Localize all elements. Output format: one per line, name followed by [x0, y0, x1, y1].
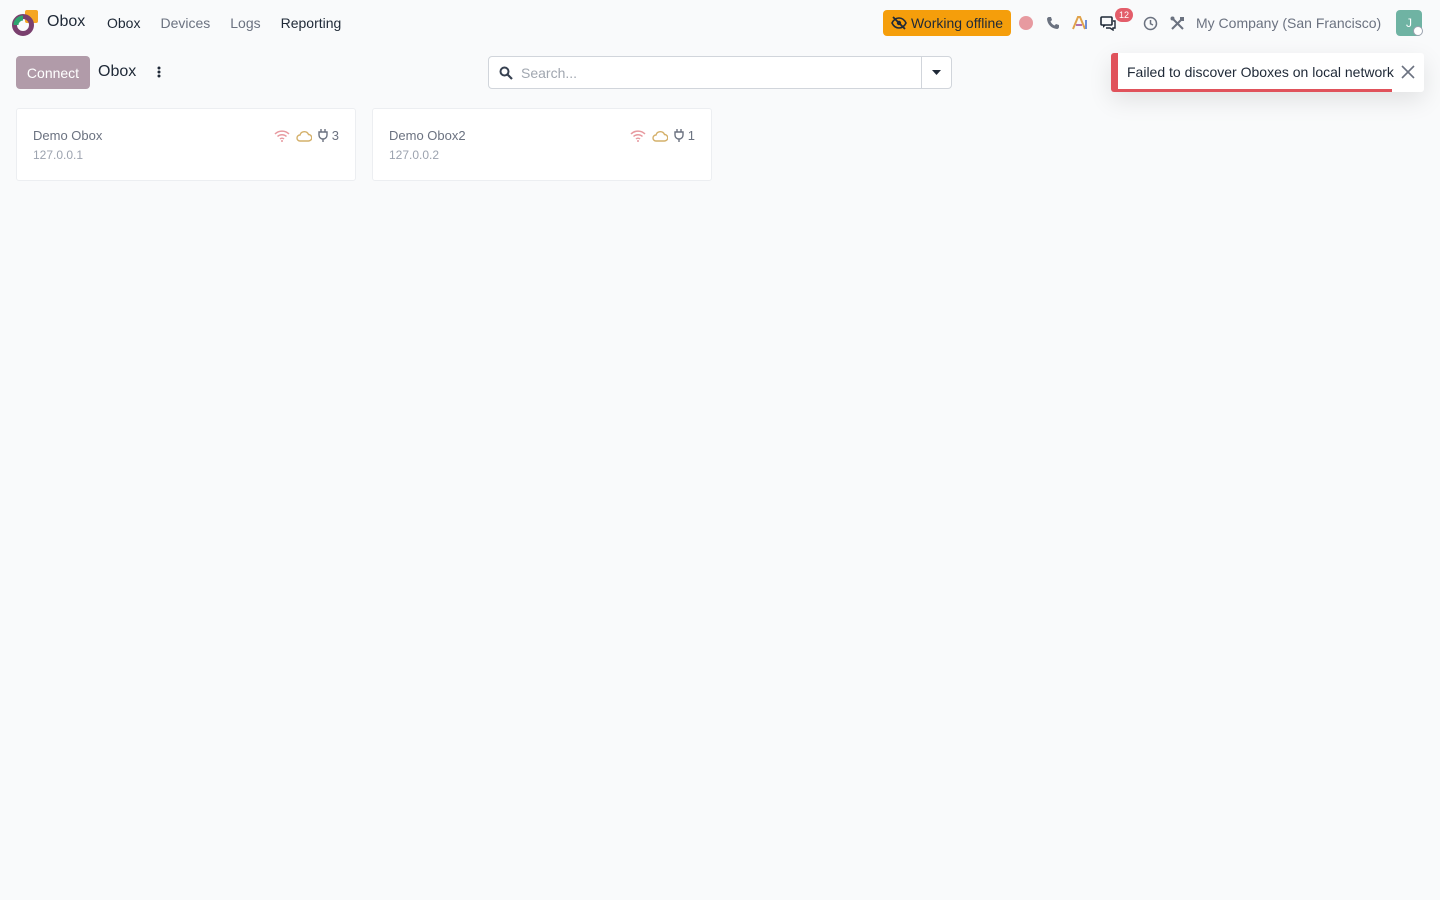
search-bar [488, 56, 952, 89]
card-name: Demo Obox2 [389, 128, 466, 143]
plug-icon [318, 129, 328, 142]
avatar-status-indicator [1413, 26, 1423, 36]
wifi-icon [274, 129, 290, 142]
top-navbar: Obox Obox Devices Logs Reporting Working… [0, 0, 1440, 46]
cloud-icon [652, 130, 668, 142]
obox-card[interactable]: Demo Obox2 127.0.0.2 1 [372, 108, 712, 181]
plug-status: 1 [674, 128, 695, 143]
menu-item-devices[interactable]: Devices [160, 15, 210, 31]
company-switcher[interactable]: My Company (San Francisco) [1196, 15, 1381, 31]
search-icon [499, 66, 513, 80]
connect-button[interactable]: Connect [16, 56, 90, 89]
plug-count: 3 [331, 128, 339, 143]
menu-item-obox[interactable]: Obox [107, 15, 140, 31]
clock-icon[interactable] [1141, 14, 1159, 32]
working-offline-label: Working offline [910, 15, 1004, 31]
search-options-toggle[interactable] [921, 57, 951, 88]
search-input[interactable] [521, 63, 921, 83]
card-ip: 127.0.0.1 [33, 148, 84, 162]
chat-count-badge: 12 [1115, 8, 1133, 22]
plug-icon [674, 129, 684, 142]
working-offline-badge[interactable]: Working offline [883, 10, 1011, 36]
plug-status: 3 [318, 128, 339, 143]
phone-icon[interactable] [1044, 14, 1062, 32]
card-status-icons: 3 [268, 128, 339, 143]
tools-icon[interactable] [1168, 14, 1186, 32]
ai-icon[interactable] [1071, 14, 1089, 32]
card-name: Demo Obox [33, 128, 103, 143]
notification-message: Failed to discover Oboxes on local netwo… [1127, 64, 1394, 80]
wifi-icon [630, 129, 646, 142]
error-notification: Failed to discover Oboxes on local netwo… [1111, 53, 1424, 92]
app-logo[interactable] [12, 10, 39, 36]
record-icon[interactable] [1017, 14, 1035, 32]
plug-count: 1 [687, 128, 695, 143]
obox-card[interactable]: Demo Obox 127.0.0.1 3 [16, 108, 356, 181]
kebab-icon[interactable] [153, 64, 165, 80]
close-icon[interactable] [1400, 64, 1416, 80]
caret-down-icon [932, 69, 941, 75]
cloud-icon [296, 130, 312, 142]
crossed-eye-icon [891, 16, 907, 30]
card-ip: 127.0.0.2 [389, 148, 440, 162]
card-status-icons: 1 [624, 128, 695, 143]
app-name[interactable]: Obox [47, 13, 85, 31]
page-title: Obox [98, 63, 137, 80]
menu-item-reporting[interactable]: Reporting [281, 15, 342, 31]
notification-progress-bar [1118, 89, 1392, 92]
menu-item-logs[interactable]: Logs [230, 15, 260, 31]
main-menu: Obox Devices Logs Reporting [107, 15, 361, 31]
